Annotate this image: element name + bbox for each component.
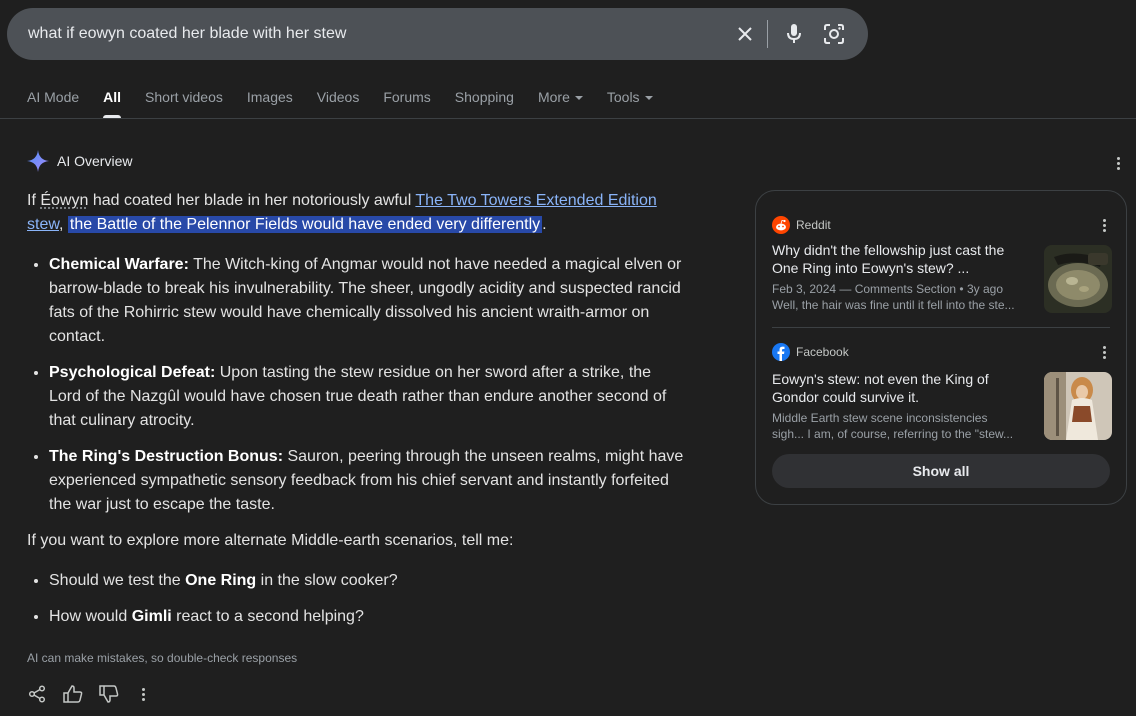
lens-camera-icon[interactable] xyxy=(814,14,854,54)
intro-text: . xyxy=(542,216,547,233)
list-item: Psychological Defeat: Upon tasting the s… xyxy=(49,361,687,433)
more-options-icon[interactable] xyxy=(1096,215,1112,235)
ai-overview-title: AI Overview xyxy=(57,153,133,169)
source-date: Feb 3, 2024 — Comments Section • 3y ago xyxy=(772,282,1003,296)
tab-label: Short videos xyxy=(145,89,223,105)
list-item: Chemical Warfare: The Witch-king of Angm… xyxy=(49,253,687,349)
feedback-actions xyxy=(27,684,151,704)
intro-paragraph: If Éowyn had coated her blade in her not… xyxy=(27,189,687,237)
source-item-facebook[interactable]: Facebook Eowyn's stew: not even the King… xyxy=(772,342,1112,442)
tab-label: Tools xyxy=(606,89,640,105)
source-snippet: Well, the hair was fine until it fell in… xyxy=(772,298,1015,312)
tab-all[interactable]: All xyxy=(103,80,121,118)
suggestion-text: Should we test the xyxy=(49,572,186,589)
list-item: Should we test the One Ring in the slow … xyxy=(49,569,687,593)
tab-videos[interactable]: Videos xyxy=(317,80,360,118)
list-item: How would Gimli react to a second helpin… xyxy=(49,605,687,629)
ai-overview-body: If Éowyn had coated her blade in her not… xyxy=(27,189,687,641)
gemini-sparkle-icon xyxy=(27,150,49,172)
highlighted-text: the Battle of the Pelennor Fields would … xyxy=(67,216,543,233)
reddit-icon xyxy=(772,216,790,234)
tab-label: Videos xyxy=(316,89,360,105)
show-all-button[interactable]: Show all xyxy=(772,454,1110,488)
source-title[interactable]: Why didn't the fellowship just cast the … xyxy=(772,241,1026,277)
suggestion-text: How would xyxy=(49,608,132,625)
clear-icon[interactable] xyxy=(725,14,765,54)
intro-text: had coated her blade in her notoriously … xyxy=(88,192,416,209)
share-icon[interactable] xyxy=(27,684,47,704)
points-list: Chemical Warfare: The Witch-king of Angm… xyxy=(27,253,687,517)
chevron-down-icon xyxy=(644,96,653,100)
followup-text: If you want to explore more alternate Mi… xyxy=(27,532,514,549)
facebook-icon xyxy=(772,343,790,361)
source-snippet: Middle Earth stew scene inconsistencies xyxy=(772,411,988,425)
tab-more[interactable]: More xyxy=(538,80,583,118)
disclaimer: AI can make mistakes, so double-check re… xyxy=(27,651,298,665)
source-site: Reddit xyxy=(796,218,831,232)
thumbs-up-icon[interactable] xyxy=(63,684,83,704)
point-term: Psychological Defeat: xyxy=(49,364,216,381)
tab-forums[interactable]: Forums xyxy=(383,80,430,118)
tab-label: AI Mode xyxy=(27,89,80,105)
source-title[interactable]: Eowyn's stew: not even the King of Gondo… xyxy=(772,370,1026,406)
tab-label: All xyxy=(103,89,122,105)
microphone-icon[interactable] xyxy=(774,14,814,54)
tab-label: Images xyxy=(246,89,293,105)
tab-short-videos[interactable]: Short videos xyxy=(145,80,223,118)
suggestions-list: Should we test the One Ring in the slow … xyxy=(27,569,687,629)
point-term: The Ring's Destruction Bonus: xyxy=(49,448,284,465)
suggestion-bold: Gimli xyxy=(131,608,172,625)
source-header: Reddit xyxy=(772,215,1112,235)
sources-card: Reddit Why didn't the fellowship just ca… xyxy=(755,190,1127,505)
intro-text: , xyxy=(59,216,68,233)
tab-ai-mode[interactable]: AI Mode xyxy=(27,80,79,118)
point-term: Chemical Warfare: xyxy=(49,256,189,273)
tab-label: Forums xyxy=(383,89,431,105)
tab-label: More xyxy=(537,89,570,105)
search-divider xyxy=(767,20,768,48)
source-site: Facebook xyxy=(796,345,849,359)
search-bar[interactable]: what if eowyn coated her blade with her … xyxy=(7,8,868,60)
intro-text: If xyxy=(27,192,41,209)
more-options-icon[interactable] xyxy=(1096,342,1112,362)
source-divider xyxy=(772,327,1110,328)
more-options-icon[interactable] xyxy=(1110,153,1126,173)
source-snippet: sigh... I am, of course, referring to th… xyxy=(772,427,1014,441)
chevron-down-icon xyxy=(574,96,583,100)
tab-label: Shopping xyxy=(454,89,514,105)
suggestion-text: react to a second helping? xyxy=(171,608,364,625)
ai-overview-header: AI Overview xyxy=(27,150,132,172)
list-item: The Ring's Destruction Bonus: Sauron, pe… xyxy=(49,445,687,517)
tab-shopping[interactable]: Shopping xyxy=(455,80,514,118)
tabs-divider xyxy=(0,118,1136,119)
source-thumbnail[interactable] xyxy=(1044,372,1112,440)
search-input[interactable]: what if eowyn coated her blade with her … xyxy=(28,25,725,43)
eowyn-term[interactable]: Éowyn xyxy=(40,192,88,209)
tab-images[interactable]: Images xyxy=(247,80,293,118)
source-header: Facebook xyxy=(772,342,1112,362)
tab-tools[interactable]: Tools xyxy=(607,80,653,118)
thumbs-down-icon[interactable] xyxy=(99,684,119,704)
suggestion-bold: One Ring xyxy=(185,572,257,589)
source-item-reddit[interactable]: Reddit Why didn't the fellowship just ca… xyxy=(772,215,1112,315)
search-tabs: AI Mode All Short videos Images Videos F… xyxy=(27,80,677,118)
source-thumbnail[interactable] xyxy=(1044,245,1112,313)
suggestion-text: in the slow cooker? xyxy=(256,572,398,589)
more-options-icon[interactable] xyxy=(135,684,151,704)
